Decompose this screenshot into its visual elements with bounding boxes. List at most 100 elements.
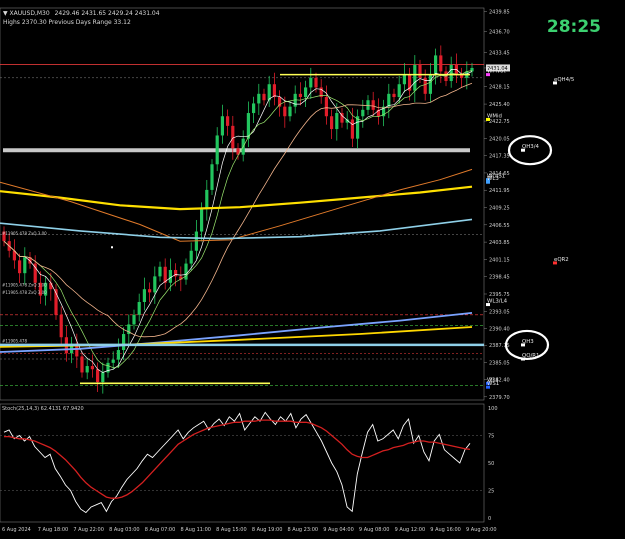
price-tick-label: 2439.85	[489, 10, 510, 16]
level-label: eQH4/5	[554, 77, 574, 83]
price-tick-label: 2420.05	[489, 136, 510, 142]
level-label: QH3/4	[522, 144, 540, 150]
trading-chart[interactable]: 2439.85 2436.70 2433.45 2431.04 2428.15 2425.…	[0, 0, 625, 535]
price-tick-label: 2411.95	[489, 188, 510, 194]
price-tick-label: 2436.70	[489, 30, 510, 36]
candle-body	[278, 97, 282, 107]
candle-body	[184, 263, 188, 280]
candle-body	[205, 189, 209, 210]
time-tick-label: 8 Aug 07:00	[145, 527, 176, 533]
candle-body	[267, 84, 271, 101]
stoch-tick-label: 100	[488, 406, 498, 412]
candle-body	[366, 100, 370, 110]
candle-body	[335, 113, 339, 130]
candle-body	[428, 74, 432, 94]
candle-body	[413, 65, 417, 91]
candle-body	[96, 369, 100, 383]
time-tick-label: 8 Aug 15:00	[216, 527, 247, 533]
price-panel	[0, 7, 485, 401]
price-tick-label: 2385.05	[489, 361, 510, 367]
zone-label: #11905.478 ZxQ 3.00	[2, 231, 47, 236]
price-tick-label: 2425.40	[489, 102, 510, 108]
candle-timer: 28:25	[546, 17, 601, 37]
time-tick-label: 9 Aug 20:00	[466, 527, 497, 533]
time-tick-label: 9 Aug 04:00	[323, 527, 354, 533]
candle-body	[210, 164, 214, 190]
candle-body	[257, 93, 261, 104]
time-tick-label: 8 Aug 03:00	[109, 527, 140, 533]
time-tick-label: 9 Aug 12:00	[395, 527, 426, 533]
candle-body	[387, 93, 391, 107]
candle-body	[153, 276, 157, 293]
zone-label: #11905.478	[2, 339, 27, 344]
marker-dot	[111, 246, 113, 249]
symbol-label: ▼ XAUUSD,M30	[3, 10, 50, 17]
candle-body	[361, 109, 365, 117]
ohlc-values: 2429.46 2431.65 2429.24 2431.04	[54, 10, 160, 17]
stats-line: Highs 2370.30 Previous Days Range 33.12	[3, 19, 131, 26]
candle-body	[272, 84, 276, 98]
time-tick-label: 8 Aug 19:00	[252, 527, 283, 533]
candle-body	[85, 366, 89, 373]
candle-body	[330, 116, 334, 130]
price-tick-label: 2409.25	[489, 206, 510, 212]
time-tick-label: 7 Aug 22:00	[73, 527, 104, 533]
candle-body	[392, 93, 396, 98]
time-tick-label: 8 Aug 23:00	[288, 527, 319, 533]
price-tick-label: 2428.15	[489, 84, 510, 90]
zone-label: #11905.478 ZxQ 3.00	[2, 290, 47, 295]
candle-body	[142, 289, 146, 302]
candle-body	[137, 302, 141, 315]
time-tick-label: 6 Aug 2024	[2, 527, 31, 533]
level-label: WL3/L4	[487, 299, 508, 305]
stoch-tick-label: 0	[488, 516, 491, 522]
candle-body	[189, 250, 193, 264]
price-tick-label: 2406.55	[489, 223, 510, 229]
level-label: QH3	[522, 339, 534, 345]
candle-body	[215, 135, 219, 165]
candle-body	[309, 77, 313, 88]
candle-body	[59, 314, 63, 338]
candle-body	[226, 116, 230, 126]
time-tick-label: 9 Aug 08:00	[359, 527, 390, 533]
candle-body	[402, 74, 406, 85]
candle-body	[111, 359, 115, 363]
chart-canvas[interactable]: 2439.852436.702433.452431.042428.152425.…	[0, 0, 625, 535]
price-tick-label: 2403.85	[489, 240, 510, 246]
time-tick-label: 9 Aug 16:00	[430, 527, 461, 533]
candle-body	[90, 366, 94, 370]
price-tick-label: 2422.75	[489, 119, 510, 125]
candle-body	[288, 106, 292, 117]
level-label: WS1	[487, 381, 499, 387]
price-tick-label: 2417.35	[489, 154, 510, 160]
candle-body	[298, 93, 302, 98]
level-label: WPivot	[487, 69, 506, 75]
candle-body	[418, 65, 422, 78]
price-tick-label: 2401.15	[489, 257, 510, 263]
candle-body	[18, 260, 22, 274]
stoch-tick-label: 50	[488, 461, 494, 467]
candle-body	[262, 93, 266, 101]
candle-body	[283, 106, 287, 117]
level-label: WL3	[487, 176, 499, 182]
candle-body	[231, 125, 235, 149]
price-tick-label: 2433.45	[489, 51, 510, 57]
candle-body	[350, 119, 354, 139]
candle-body	[314, 77, 318, 88]
price-tick-label: 2379.70	[489, 395, 510, 401]
candle-body	[101, 372, 105, 383]
symbol-header: ▼ XAUUSD,M30 2429.46 2431.65 2429.24 243…	[3, 10, 160, 17]
candle-body	[324, 97, 328, 117]
candle-body	[200, 209, 204, 232]
candle-body	[439, 55, 443, 72]
candle-body	[122, 334, 126, 351]
candle-body	[168, 269, 172, 283]
price-tick-label: 2395.75	[489, 292, 510, 298]
stoch-tick-label: 75	[488, 434, 494, 440]
stoch-tick-label: 25	[488, 489, 494, 495]
candle-body	[252, 103, 256, 114]
candle-body	[220, 116, 224, 136]
level-label: eQR2	[554, 257, 569, 263]
time-tick-label: 7 Aug 18:00	[38, 527, 69, 533]
candle-body	[148, 289, 152, 293]
